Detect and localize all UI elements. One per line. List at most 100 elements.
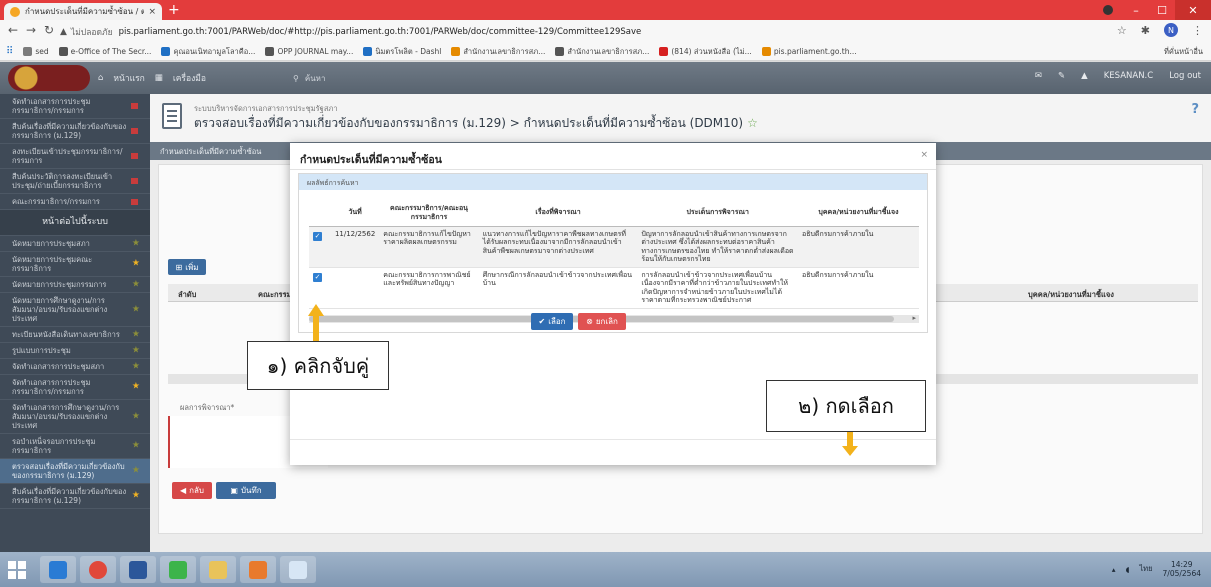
modal-close-button[interactable]: × bbox=[920, 150, 928, 160]
maximize-button[interactable]: ☐ bbox=[1149, 0, 1175, 20]
profile-avatar[interactable]: N bbox=[1164, 23, 1178, 37]
header-search[interactable]: ⚲ ค้นหา bbox=[293, 70, 373, 86]
parliament-logo bbox=[8, 65, 90, 91]
sidebar-item[interactable]: คณะกรรมาธิการ/กรรมการ bbox=[0, 194, 150, 210]
apps-grid-icon[interactable]: ⠿ bbox=[6, 46, 13, 57]
star-icon[interactable]: ★ bbox=[132, 239, 140, 248]
results-header: ผลลัพธ์การค้นหา bbox=[299, 174, 927, 190]
bookmark-item[interactable]: sed bbox=[23, 47, 49, 56]
favorite-star-icon[interactable]: ☆ bbox=[747, 116, 758, 130]
bookmark-item[interactable]: pis.parliament.go.th... bbox=[761, 47, 857, 56]
bookmark-item[interactable]: นิมตรโพลิต - Dashl bbox=[363, 46, 441, 58]
other-bookmarks[interactable]: ที่คั่นหน้าอื่น bbox=[1164, 46, 1203, 58]
minimize-button[interactable]: – bbox=[1123, 0, 1149, 20]
sidebar-item[interactable]: จัดทำเอกสารการศึกษาดูงาน/การสัมมนา/อบรม/… bbox=[0, 400, 150, 434]
tab-duplicate-issue[interactable]: กำหนดประเด็นที่มีความซ้ำซ้อน bbox=[160, 146, 261, 158]
table-row[interactable]: ✓ คณะกรรมาธิการการพาณิชย์และทรัพย์สินทาง… bbox=[309, 267, 919, 309]
sidebar-item[interactable]: รูปแบบการประชุม ★ bbox=[0, 343, 150, 359]
star-icon[interactable]: ★ bbox=[132, 362, 140, 371]
browser-tab[interactable]: กำหนดประเด็นที่มีความซ้ำซ้อน / ตรวจ × bbox=[4, 3, 162, 20]
table-row[interactable]: ✓ 11/12/2562 คณะกรรมาธิการแก้ไขปัญหาราคา… bbox=[309, 226, 919, 268]
bookmark-icon bbox=[58, 47, 68, 56]
bookmark-item[interactable]: OPP JOURNAL may... bbox=[265, 47, 353, 56]
bookmark-icon bbox=[451, 47, 461, 56]
back-arrow-icon[interactable]: ← bbox=[8, 23, 18, 37]
apps-icon[interactable]: ▦ bbox=[155, 73, 163, 83]
url-field[interactable]: ▲ ไม่ปลอดภัย pis.parliament.go.th:7001/P… bbox=[60, 23, 1090, 40]
logout-link[interactable]: Log out bbox=[1169, 71, 1201, 81]
ie-taskbar-icon[interactable] bbox=[40, 556, 76, 583]
cancel-button[interactable]: ⊗ ยกเลิก bbox=[578, 313, 626, 330]
help-icon[interactable]: ? bbox=[1191, 102, 1199, 117]
row-checkbox[interactable]: ✓ bbox=[313, 231, 322, 241]
line-taskbar-icon[interactable] bbox=[160, 556, 196, 583]
star-icon[interactable]: ★ bbox=[132, 259, 140, 269]
close-window-button[interactable]: ✕ bbox=[1175, 0, 1211, 20]
word-taskbar-icon[interactable] bbox=[120, 556, 156, 583]
url-text: pis.parliament.go.th:7001/PARWeb/doc/#ht… bbox=[118, 26, 642, 37]
sidebar-item[interactable]: ทะเบียนหนังสือเดินทางเลขาธิการ ★ bbox=[0, 327, 150, 343]
consider-label: ผลการพิจารณา* bbox=[180, 403, 235, 412]
sidebar-item[interactable]: หน้าต่อไปนี้ระบบ bbox=[0, 210, 150, 236]
bookmark-item[interactable]: คุณอนเนิทอามูลโลาคือ... bbox=[161, 46, 255, 58]
user-menu[interactable]: KESANAN.C bbox=[1104, 71, 1153, 81]
bookmark-item[interactable]: สำนักงานเลขาธิการสภ... bbox=[555, 46, 649, 58]
sidebar-item[interactable]: นัดหมายการประชุมกรรมการ ★ bbox=[0, 277, 150, 293]
star-icon[interactable]: ★ bbox=[132, 346, 140, 355]
bookmark-item[interactable]: (814) ส่วนหนังสือ (ไม่... bbox=[659, 46, 752, 58]
sidebar-item[interactable]: จัดทำเอกสารการประชุมกรรมาธิการ/กรรมการ ★ bbox=[0, 375, 150, 400]
row-checkbox[interactable]: ✓ bbox=[313, 272, 322, 282]
sidebar-item[interactable]: สืบค้นเรื่องที่มีความเกี่ยวข้องกับของกรร… bbox=[0, 484, 150, 509]
sidebar-item[interactable]: จัดทำเอกสารการประชุมกรรมาธิการ/กรรมการ bbox=[0, 94, 150, 119]
tools-link[interactable]: เครื่องมือ bbox=[173, 71, 206, 85]
sidebar-item[interactable]: รอบำเหน็จรอบการประชุมกรรมาธิการ ★ bbox=[0, 434, 150, 459]
star-icon[interactable]: ★ bbox=[132, 305, 140, 314]
star-icon[interactable]: ★ bbox=[132, 412, 140, 421]
network-icon[interactable]: ▴ bbox=[1112, 565, 1116, 574]
paint-taskbar-icon[interactable] bbox=[280, 556, 316, 583]
star-icon[interactable]: ★ bbox=[132, 330, 140, 339]
sidebar-item[interactable]: นัดหมายการประชุมสภา ★ bbox=[0, 236, 150, 252]
save-button[interactable]: ▣ บันทึก bbox=[216, 482, 276, 499]
bookmark-item[interactable]: e-Office of The Secr... bbox=[58, 47, 151, 56]
sidebar-item[interactable]: ตรวจสอบเรื่องที่มีความเกี่ยวข้องกับของกร… bbox=[0, 459, 150, 484]
home-link[interactable]: หน้าแรก bbox=[113, 71, 144, 85]
sidebar-item-label: จัดทำเอกสารการประชุมกรรมาธิการ/กรรมการ bbox=[12, 97, 91, 115]
new-tab-button[interactable]: + bbox=[168, 2, 180, 18]
language-indicator[interactable]: ไทย bbox=[1139, 563, 1152, 575]
add-button[interactable]: ⊞ เพิ่ม bbox=[168, 259, 206, 275]
mail-icon[interactable]: ✉ bbox=[1035, 71, 1042, 81]
select-button[interactable]: ✔ เลือก bbox=[531, 313, 573, 330]
alert-icon[interactable]: ▲ bbox=[1081, 71, 1088, 81]
media-taskbar-icon[interactable] bbox=[240, 556, 276, 583]
up-arrow-annotation bbox=[308, 304, 324, 344]
sidebar-item-label: นัดหมายการประชุมคณะกรรมาธิการ bbox=[12, 255, 93, 273]
reload-icon[interactable]: ↻ bbox=[44, 23, 54, 37]
sidebar-item[interactable]: ลงทะเบียนเข้าประชุมกรรมาธิการ/กรรมการ bbox=[0, 144, 150, 169]
start-button[interactable] bbox=[8, 561, 26, 579]
back-button[interactable]: ◀ กลับ bbox=[172, 482, 212, 499]
sidebar-item[interactable]: สืบค้นประวัติการลงทะเบียนเข้าประชุม/ถ่าย… bbox=[0, 169, 150, 194]
menu-dots-icon[interactable]: ⋮ bbox=[1192, 24, 1203, 37]
star-icon[interactable]: ★ bbox=[132, 466, 140, 476]
star-icon[interactable]: ★ bbox=[132, 280, 140, 289]
sidebar-item[interactable]: นัดหมายการศึกษาดูงาน/การสัมมนา/อบรม/รับร… bbox=[0, 293, 150, 327]
sidebar-item[interactable]: สืบค้นเรื่องที่มีความเกี่ยวข้องกับของกรร… bbox=[0, 119, 150, 144]
star-icon[interactable]: ★ bbox=[132, 382, 140, 392]
explorer-taskbar-icon[interactable] bbox=[200, 556, 236, 583]
home-icon[interactable]: ⌂ bbox=[98, 73, 103, 83]
edit-icon[interactable]: ✎ bbox=[1058, 71, 1065, 81]
star-icon[interactable]: ★ bbox=[132, 441, 140, 451]
volume-icon[interactable]: ◖ bbox=[1125, 565, 1129, 574]
bookmark-item[interactable]: สำนักงานเลขาธิการสภ... bbox=[451, 46, 545, 58]
bookmark-star-icon[interactable]: ☆ bbox=[1117, 24, 1127, 37]
tab-close-button[interactable]: × bbox=[148, 7, 156, 17]
star-icon[interactable]: ★ bbox=[132, 491, 140, 501]
extensions-icon[interactable]: ✱ bbox=[1141, 24, 1150, 37]
clock[interactable]: 14:29 7/05/2564 bbox=[1163, 560, 1201, 578]
sidebar-item[interactable]: นัดหมายการประชุมคณะกรรมาธิการ ★ bbox=[0, 252, 150, 277]
chrome-taskbar-icon[interactable] bbox=[80, 556, 116, 583]
scroll-right-icon[interactable]: ▸ bbox=[912, 314, 916, 322]
forward-arrow-icon[interactable]: → bbox=[26, 23, 36, 37]
sidebar-item[interactable]: จัดทำเอกสารการประชุมสภา ★ bbox=[0, 359, 150, 375]
